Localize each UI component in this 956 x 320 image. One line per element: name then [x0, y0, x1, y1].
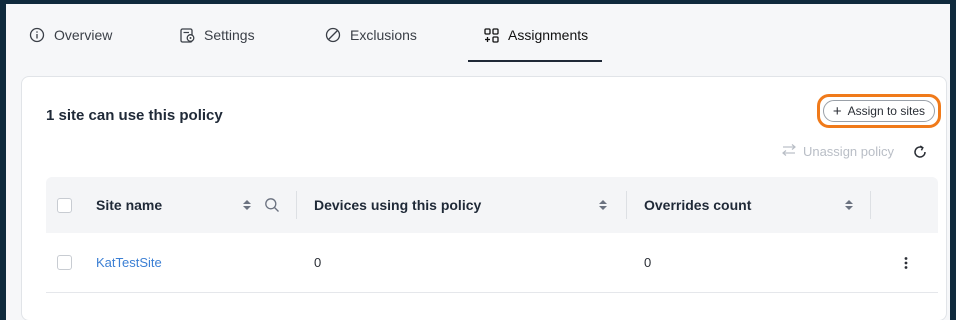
settings-gear-doc-icon — [178, 26, 196, 44]
tab-assignments-label: Assignments — [508, 27, 589, 43]
sort-icon[interactable] — [844, 198, 854, 212]
tab-overview[interactable]: Overview — [28, 8, 112, 62]
column-divider — [296, 191, 297, 219]
search-icon[interactable] — [264, 197, 280, 213]
column-divider — [870, 191, 871, 219]
column-overrides: Overrides count — [644, 197, 752, 213]
table-toolbar: Unassign policy — [781, 143, 928, 160]
sort-icon[interactable] — [242, 198, 252, 212]
sort-icon[interactable] — [598, 198, 608, 212]
swap-arrows-icon — [781, 143, 797, 160]
column-divider — [626, 191, 627, 219]
tab-exclusions-label: Exclusions — [350, 27, 417, 43]
table-header: Site name Devices using this policy Over… — [46, 177, 938, 233]
devices-count: 0 — [314, 255, 322, 270]
tab-assignments[interactable]: Assignments — [467, 8, 603, 62]
tab-settings[interactable]: Settings — [178, 8, 255, 62]
table-row: KatTestSite 0 0 — [46, 233, 938, 293]
overrides-count: 0 — [644, 255, 652, 270]
assignments-card: 1 site can use this policy + Assign to s… — [21, 76, 947, 320]
info-circle-icon — [28, 26, 46, 44]
app-frame: Overview Settings Exclusions Assignments… — [0, 0, 956, 320]
select-all-checkbox[interactable] — [57, 197, 72, 213]
prohibit-icon — [324, 26, 342, 44]
unassign-policy-label: Unassign policy — [802, 144, 894, 159]
assignments-table: Site name Devices using this policy Over… — [46, 177, 938, 293]
tab-bar: Overview Settings Exclusions Assignments — [6, 8, 950, 62]
unassign-policy-button[interactable]: Unassign policy — [781, 143, 894, 160]
site-name-link[interactable]: KatTestSite — [96, 255, 162, 270]
column-site-name: Site name — [96, 197, 163, 213]
assign-to-sites-button[interactable]: + Assign to sites — [822, 100, 935, 122]
grid-plus-icon — [482, 26, 500, 44]
column-devices: Devices using this policy — [314, 197, 482, 213]
tab-overview-label: Overview — [54, 27, 113, 43]
assign-button-highlight: + Assign to sites — [816, 94, 941, 128]
refresh-icon[interactable] — [912, 144, 928, 160]
tab-settings-label: Settings — [204, 27, 255, 43]
assign-to-sites-label: Assign to sites — [847, 104, 925, 118]
plus-icon: + — [832, 102, 842, 120]
tab-exclusions[interactable]: Exclusions — [324, 8, 417, 62]
card-title: 1 site can use this policy — [46, 107, 223, 124]
more-options-icon[interactable] — [898, 255, 914, 271]
row-checkbox[interactable] — [57, 255, 72, 270]
